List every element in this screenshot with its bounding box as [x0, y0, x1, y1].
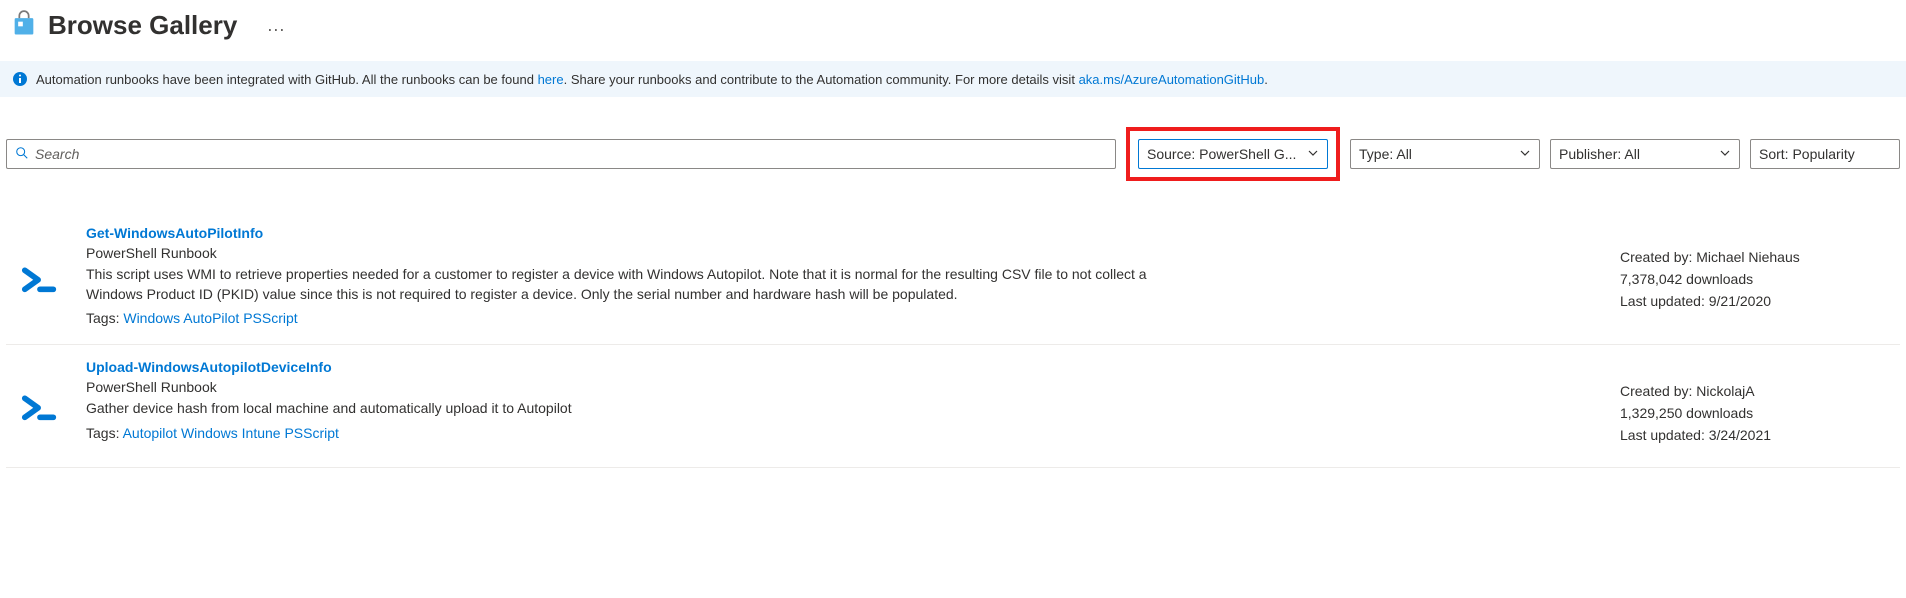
- search-box[interactable]: [6, 139, 1116, 169]
- type-filter-label: Type: All: [1359, 146, 1412, 162]
- result-subtitle: PowerShell Runbook: [86, 245, 1600, 261]
- powershell-icon: [21, 385, 59, 423]
- publisher-filter-dropdown[interactable]: Publisher: All: [1550, 139, 1740, 169]
- result-body: Get-WindowsAutoPilotInfo PowerShell Runb…: [86, 225, 1600, 326]
- download-count: 1,329,250 downloads: [1620, 405, 1900, 421]
- result-tags: Tags: Autopilot Windows Intune PSScript: [86, 425, 1600, 441]
- tag-link[interactable]: Windows AutoPilot PSScript: [123, 310, 297, 326]
- sort-label: Sort: Popularity: [1759, 146, 1855, 162]
- source-filter-label: Source: PowerShell G...: [1147, 146, 1296, 162]
- result-title-link[interactable]: Get-WindowsAutoPilotInfo: [86, 225, 1600, 241]
- last-updated: Last updated: 9/21/2020: [1620, 293, 1900, 309]
- last-updated: Last updated: 3/24/2021: [1620, 427, 1900, 443]
- download-count: 7,378,042 downloads: [1620, 271, 1900, 287]
- result-type-icon: [6, 225, 66, 326]
- banner-text-after: .: [1264, 72, 1268, 87]
- chevron-down-icon: [1513, 146, 1531, 162]
- results-list: Get-WindowsAutoPilotInfo PowerShell Runb…: [0, 211, 1906, 468]
- source-filter-dropdown[interactable]: Source: PowerShell G...: [1138, 139, 1328, 169]
- result-body: Upload-WindowsAutopilotDeviceInfo PowerS…: [86, 359, 1600, 449]
- search-icon: [15, 146, 29, 163]
- result-tags: Tags: Windows AutoPilot PSScript: [86, 310, 1600, 326]
- created-by: Created by: NickolajA: [1620, 383, 1900, 399]
- filters-row: Source: PowerShell G... Type: All Publis…: [0, 127, 1906, 181]
- sort-dropdown[interactable]: Sort: Popularity: [1750, 139, 1900, 169]
- banner-link-aka[interactable]: aka.ms/AzureAutomationGitHub: [1079, 72, 1265, 87]
- search-input[interactable]: [35, 146, 1107, 162]
- powershell-icon: [21, 257, 59, 295]
- tags-label: Tags:: [86, 310, 123, 326]
- result-type-icon: [6, 359, 66, 449]
- result-meta: Created by: Michael Niehaus 7,378,042 do…: [1620, 225, 1900, 326]
- result-meta: Created by: NickolajA 1,329,250 download…: [1620, 359, 1900, 449]
- banner-text-before: Automation runbooks have been integrated…: [36, 72, 538, 87]
- result-description: This script uses WMI to retrieve propert…: [86, 265, 1166, 304]
- banner-text: Automation runbooks have been integrated…: [36, 72, 1268, 87]
- info-icon: [12, 71, 28, 87]
- type-filter-dropdown[interactable]: Type: All: [1350, 139, 1540, 169]
- result-subtitle: PowerShell Runbook: [86, 379, 1600, 395]
- more-actions-button[interactable]: ...: [267, 15, 285, 36]
- created-by: Created by: Michael Niehaus: [1620, 249, 1900, 265]
- gallery-bag-icon: [10, 10, 38, 41]
- publisher-filter-label: Publisher: All: [1559, 146, 1640, 162]
- banner-text-mid: . Share your runbooks and contribute to …: [564, 72, 1079, 87]
- page-header: Browse Gallery ...: [0, 0, 1906, 61]
- chevron-down-icon: [1301, 146, 1319, 162]
- result-description: Gather device hash from local machine an…: [86, 399, 1166, 419]
- info-banner: Automation runbooks have been integrated…: [0, 61, 1906, 97]
- list-item: Get-WindowsAutoPilotInfo PowerShell Runb…: [6, 211, 1900, 345]
- result-title-link[interactable]: Upload-WindowsAutopilotDeviceInfo: [86, 359, 1600, 375]
- banner-link-here[interactable]: here: [538, 72, 564, 87]
- chevron-down-icon: [1713, 146, 1731, 162]
- tag-link[interactable]: Autopilot Windows Intune PSScript: [123, 425, 339, 441]
- list-item: Upload-WindowsAutopilotDeviceInfo PowerS…: [6, 345, 1900, 468]
- page-title: Browse Gallery: [48, 10, 237, 41]
- source-filter-highlight: Source: PowerShell G...: [1126, 127, 1340, 181]
- tags-label: Tags:: [86, 425, 123, 441]
